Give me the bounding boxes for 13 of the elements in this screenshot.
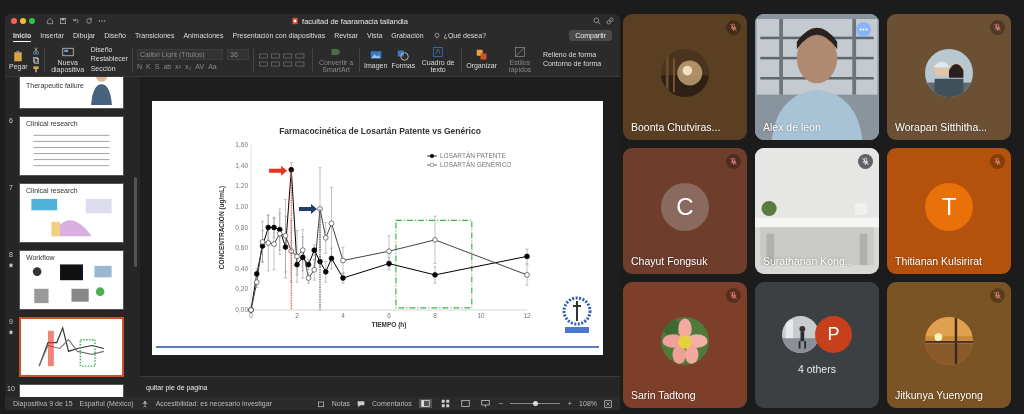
chart-title: Farmacocinética de Losartán Patente vs Genérico xyxy=(279,126,481,136)
participant-name: Jitkunya Yuenyong xyxy=(895,389,983,401)
participant-name: Worapan Sitthitha... xyxy=(895,121,988,133)
participant-name: Sarin Tadtong xyxy=(631,389,696,401)
participant-name: Chayut Fongsuk xyxy=(631,255,708,267)
avatar: P xyxy=(815,315,852,353)
others-count: 4 others xyxy=(798,362,836,375)
participant-name: Alex de leon xyxy=(763,121,821,133)
participant-name: Thitianan Kulsirirat xyxy=(895,255,982,267)
avatar: T xyxy=(925,183,973,231)
avatar: C xyxy=(661,183,709,231)
participant-name: Boonta Chutviras... xyxy=(631,121,721,133)
participant-name: Surathanan Kong... xyxy=(763,255,854,267)
